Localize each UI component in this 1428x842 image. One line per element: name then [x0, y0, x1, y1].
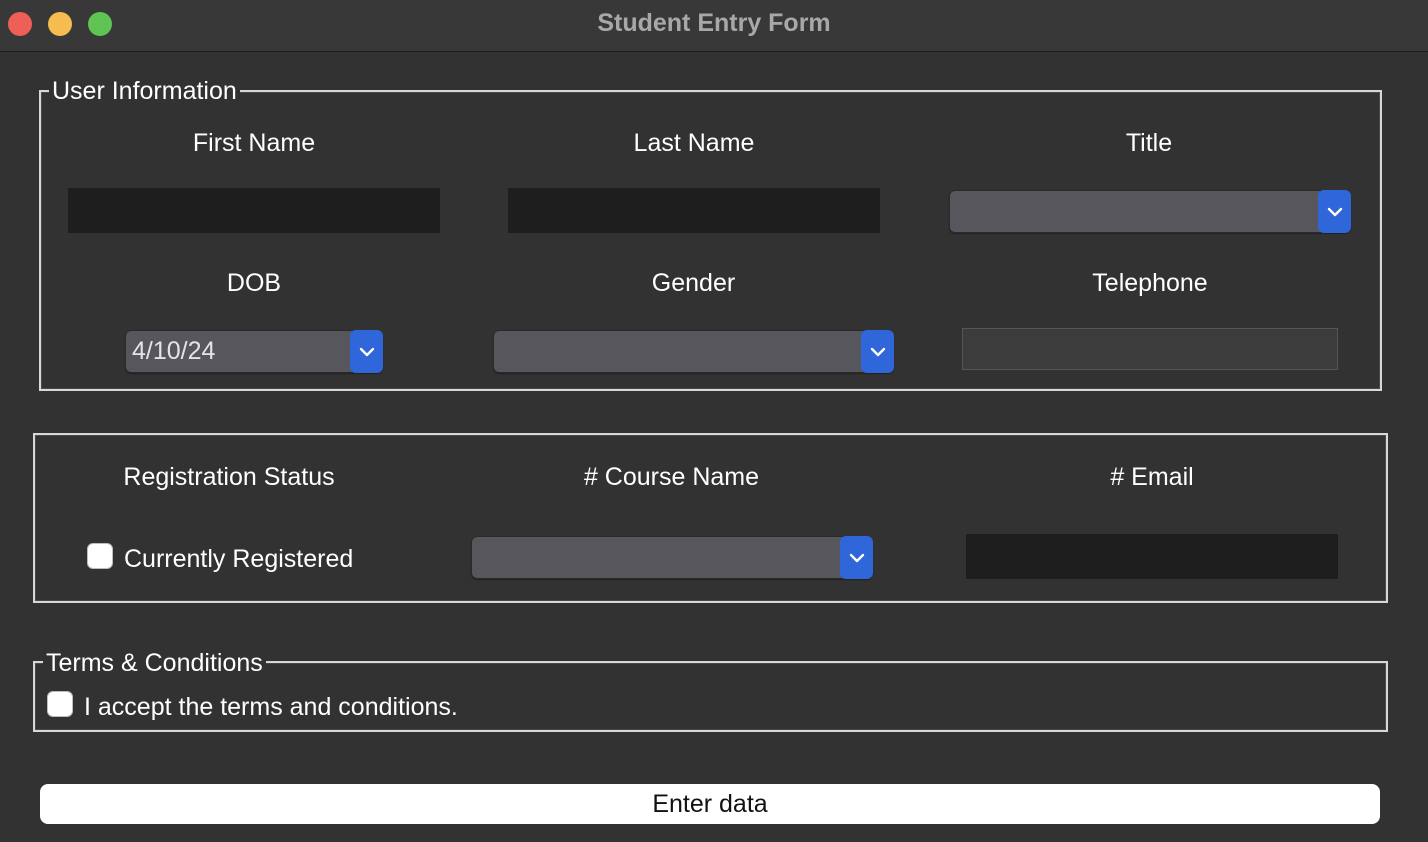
chevron-down-icon[interactable]	[861, 330, 894, 373]
chevron-down-icon[interactable]	[1318, 190, 1351, 233]
enter-data-button[interactable]: Enter data	[40, 784, 1380, 824]
dob-label: DOB	[226, 269, 282, 297]
currently-registered-checkbox[interactable]	[87, 543, 113, 569]
chevron-down-icon[interactable]	[840, 536, 873, 579]
gender-dropdown[interactable]	[493, 330, 894, 373]
telephone-field[interactable]	[962, 328, 1338, 370]
registration-status-label: Registration Status	[123, 463, 335, 491]
accept-terms-label[interactable]: I accept the terms and conditions.	[84, 692, 458, 722]
first-name-field[interactable]	[68, 188, 440, 233]
terms-legend: Terms & Conditions	[43, 648, 266, 678]
telephone-label: Telephone	[1092, 269, 1208, 297]
dob-date-picker[interactable]: 4/10/24	[125, 330, 383, 373]
title-bar: Student Entry Form	[0, 0, 1428, 52]
last-name-field[interactable]	[508, 188, 880, 233]
accept-terms-checkbox[interactable]	[47, 691, 73, 717]
chevron-down-icon[interactable]	[350, 330, 383, 373]
course-name-dropdown[interactable]	[471, 536, 873, 579]
first-name-label: First Name	[192, 129, 316, 157]
user-information-legend: User Information	[49, 76, 240, 106]
title-dropdown[interactable]	[949, 190, 1351, 233]
email-field[interactable]	[966, 534, 1338, 579]
window-title: Student Entry Form	[597, 9, 831, 37]
course-name-label: # Course Name	[583, 463, 760, 491]
currently-registered-label[interactable]: Currently Registered	[124, 544, 353, 574]
dob-value: 4/10/24	[132, 337, 216, 365]
title-label: Title	[1125, 129, 1173, 157]
email-label: # Email	[1110, 463, 1194, 491]
last-name-label: Last Name	[633, 129, 755, 157]
gender-label: Gender	[651, 269, 736, 297]
app-window: Student Entry Form User Information Firs…	[0, 0, 1428, 842]
